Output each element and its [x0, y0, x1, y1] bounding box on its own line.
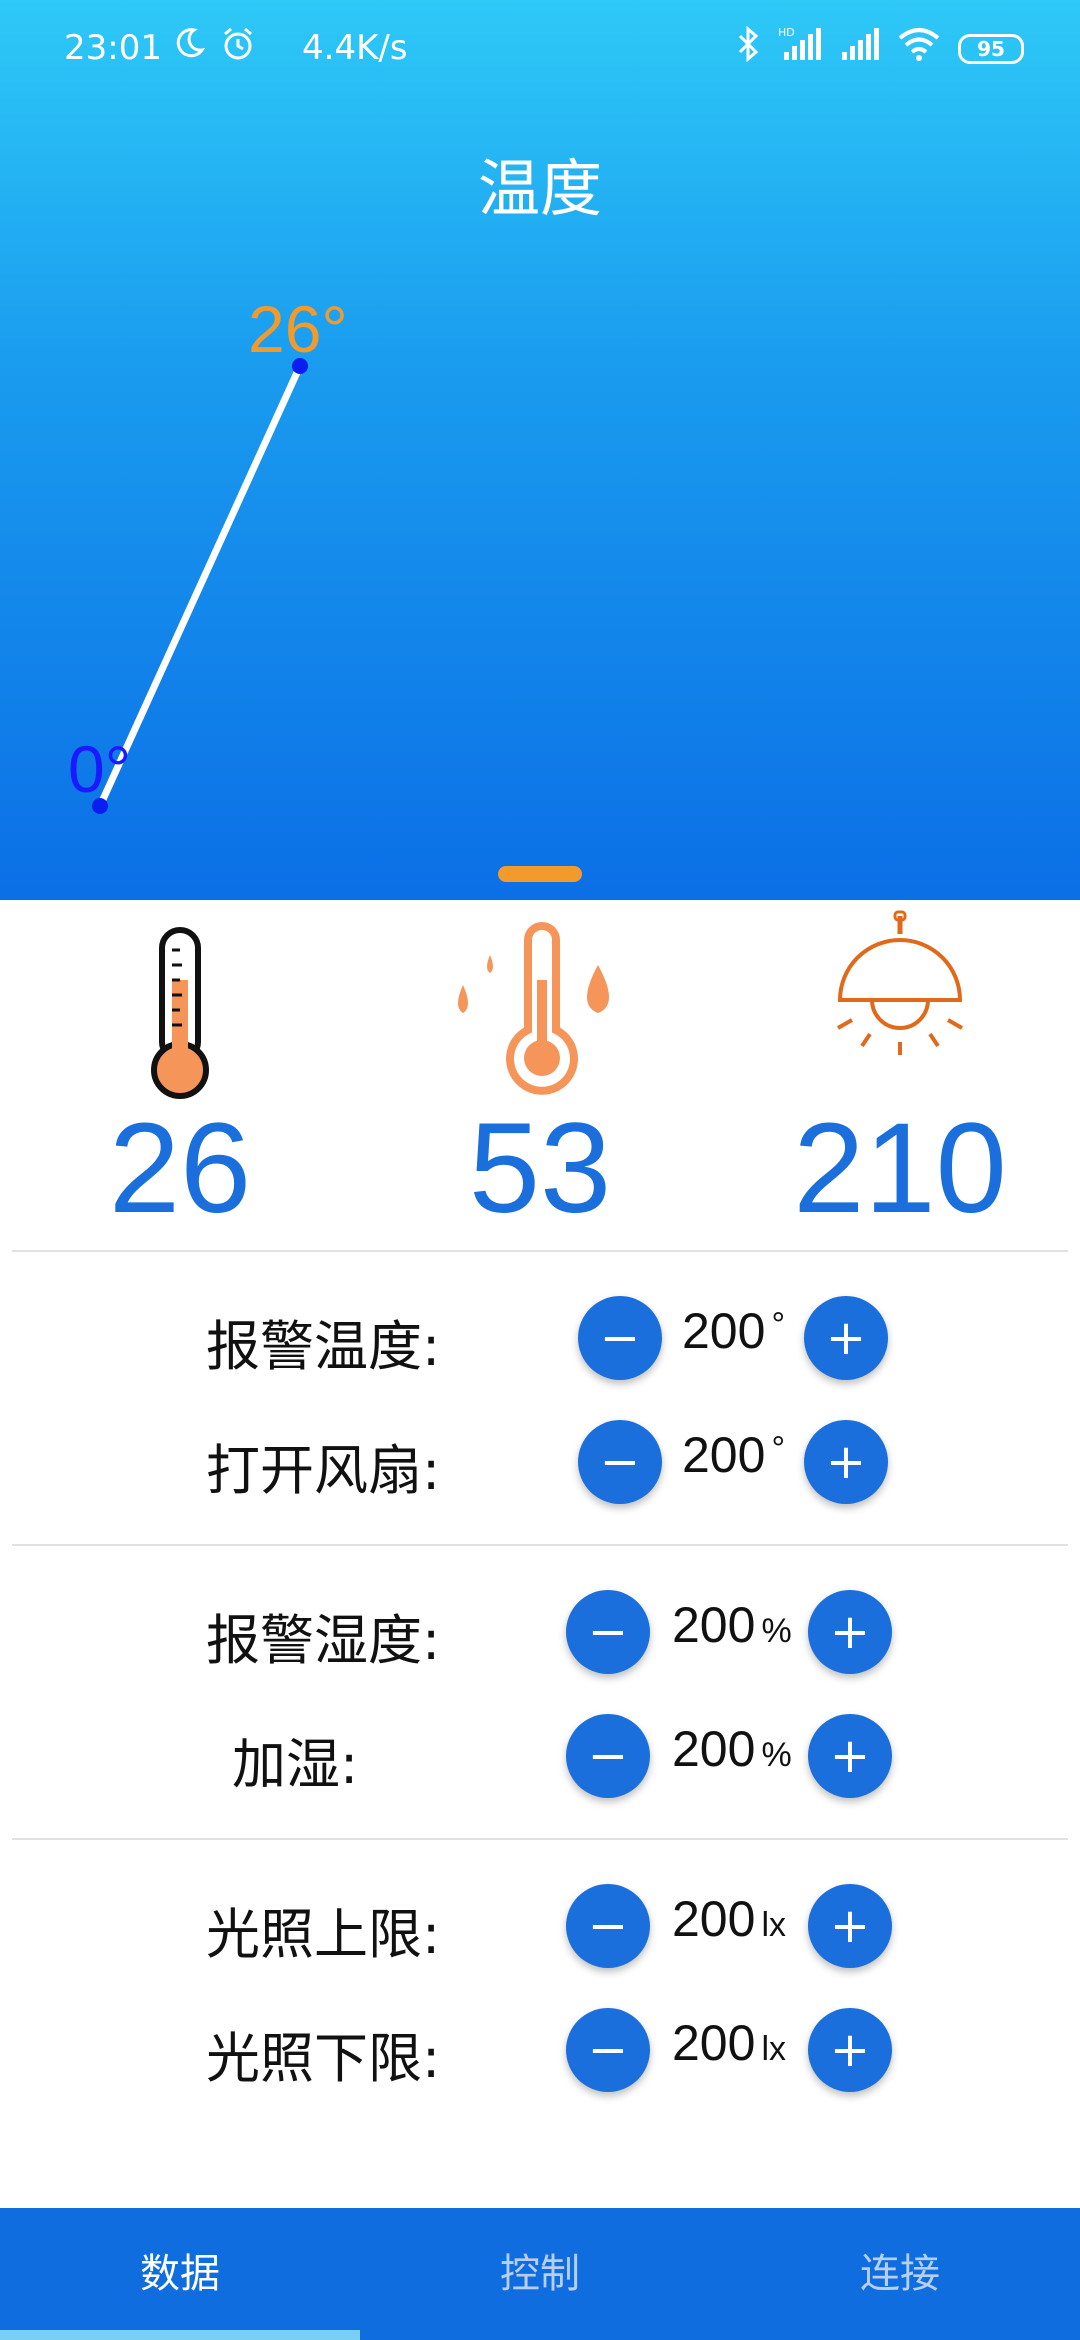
alarm-humidity-label: 报警湿度: [206, 1609, 441, 1672]
humidify-value: 200% [672, 1720, 792, 1778]
active-tab-indicator [0, 2330, 360, 2340]
alarm-humidity-increase-button[interactable]: + [808, 1590, 892, 1674]
humidify-label: 加湿: [232, 1733, 359, 1796]
temperature-value: 26 [108, 1097, 252, 1240]
humidify-unit: % [761, 1736, 792, 1774]
light-upper-increase-button[interactable]: + [808, 1884, 892, 1968]
light-lower-number: 200 [672, 2015, 756, 2071]
humidity-value: 53 [468, 1097, 612, 1240]
light-lower-decrease-button[interactable]: − [566, 2008, 650, 2092]
fan-on-value: 200 ° [682, 1426, 785, 1484]
light-upper-value: 200 lx [672, 1890, 786, 1948]
setting-row-light-upper: 光照上限: − 200 lx + [0, 1876, 1080, 1976]
setting-row-humidify: 加湿: − 200% + [0, 1706, 1080, 1806]
fan-on-number: 200 [682, 1427, 766, 1483]
alarm-temperature-value: 200 ° [682, 1302, 785, 1360]
alarm-temperature-decrease-button[interactable]: − [578, 1296, 662, 1380]
fan-on-label: 打开风扇: [206, 1439, 441, 1502]
divider [12, 1544, 1068, 1546]
alarm-humidity-value: 200% [672, 1596, 792, 1654]
setting-row-fan-on: 打开风扇: − 200 ° + [0, 1412, 1080, 1512]
humidify-number: 200 [672, 1721, 756, 1777]
light-lower-unit: lx [761, 2030, 786, 2068]
tab-data[interactable]: 数据 [0, 2208, 360, 2340]
setting-row-light-lower: 光照下限: − 200 lx + [0, 2000, 1080, 2100]
alarm-temperature-label: 报警温度: [206, 1315, 441, 1378]
sensor-light: 210 [720, 900, 1080, 1250]
setting-row-alarm-humidity: 报警湿度: − 200% + [0, 1582, 1080, 1682]
lamp-icon [720, 910, 1080, 1100]
setting-row-alarm-temperature: 报警温度: − 200 ° + [0, 1288, 1080, 1388]
temperature-chart: 0° 26° [68, 292, 348, 814]
chart-point-label: 0° [68, 732, 131, 806]
bottom-navigation: 数据 控制 连接 [0, 2208, 1080, 2340]
light-upper-number: 200 [672, 1891, 756, 1947]
tab-connect[interactable]: 连接 [720, 2208, 1080, 2340]
sensor-temperature: 26 [0, 900, 360, 1250]
fan-on-increase-button[interactable]: + [804, 1420, 888, 1504]
app-screen: 23:01 4.4K/s HD 95 温度 0° 26° 26 53 210 报… [0, 0, 1080, 2340]
sensor-humidity: 53 [360, 900, 720, 1250]
light-upper-label: 光照上限: [206, 1903, 441, 1966]
page-indicator[interactable] [498, 866, 582, 882]
light-upper-decrease-button[interactable]: − [566, 1884, 650, 1968]
humidify-increase-button[interactable]: + [808, 1714, 892, 1798]
light-lower-label: 光照下限: [206, 2027, 441, 2090]
chart-point-label: 26° [248, 292, 348, 366]
light-lower-increase-button[interactable]: + [808, 2008, 892, 2092]
fan-on-unit: ° [771, 1430, 786, 1468]
humidity-thermometer-icon [360, 910, 720, 1100]
divider [12, 1838, 1068, 1840]
alarm-temperature-increase-button[interactable]: + [804, 1296, 888, 1380]
thermometer-icon [0, 910, 360, 1100]
alarm-humidity-number: 200 [672, 1597, 756, 1653]
alarm-temperature-unit: ° [771, 1306, 786, 1344]
humidify-decrease-button[interactable]: − [566, 1714, 650, 1798]
fan-on-decrease-button[interactable]: − [578, 1420, 662, 1504]
temperature-header: 23:01 4.4K/s HD 95 温度 0° 26° [0, 0, 1080, 900]
light-upper-unit: lx [761, 1906, 786, 1944]
alarm-humidity-unit: % [761, 1612, 792, 1650]
light-lower-value: 200 lx [672, 2014, 786, 2072]
alarm-temperature-number: 200 [682, 1303, 766, 1359]
alarm-humidity-decrease-button[interactable]: − [566, 1590, 650, 1674]
tab-control[interactable]: 控制 [360, 2208, 720, 2340]
divider [12, 1250, 1068, 1252]
light-value: 210 [793, 1097, 1007, 1240]
